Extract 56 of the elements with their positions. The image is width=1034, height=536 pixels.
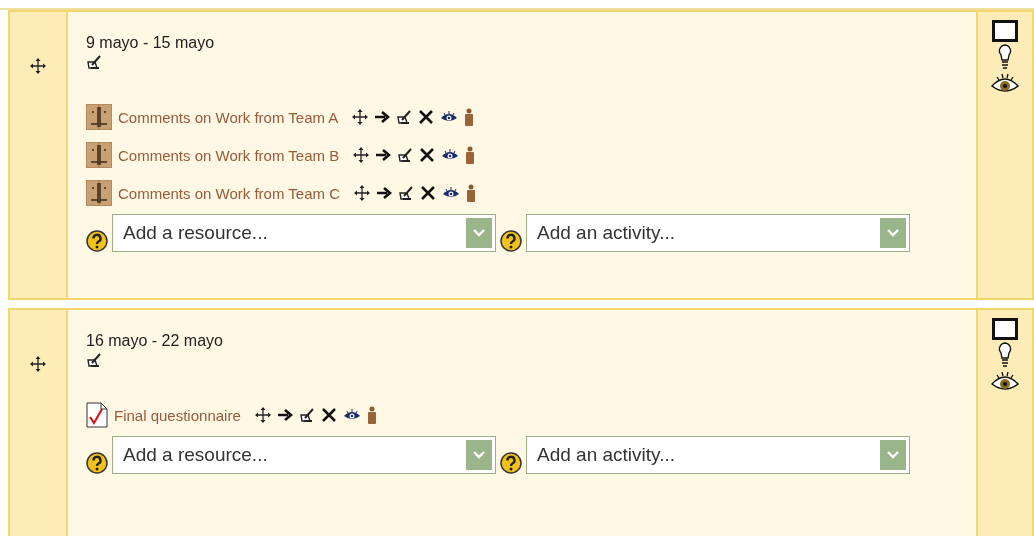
lightbulb-icon[interactable] [998, 342, 1012, 368]
delete-icon[interactable] [420, 185, 436, 201]
edit-icon[interactable] [298, 407, 315, 423]
forum-icon [86, 142, 112, 168]
person-icon[interactable] [464, 108, 475, 126]
eye-icon[interactable] [990, 72, 1020, 94]
quiz-icon [86, 402, 108, 428]
move-icon[interactable] [354, 185, 370, 201]
delete-icon[interactable] [320, 407, 337, 423]
edit-icon[interactable] [396, 109, 413, 125]
help-icon[interactable] [86, 452, 108, 474]
arrow-right-icon[interactable] [375, 148, 392, 162]
resource-select[interactable]: Add a resource... [112, 214, 496, 252]
eye-icon[interactable] [440, 111, 459, 123]
move-icon[interactable] [353, 147, 370, 163]
edit-icon[interactable] [86, 352, 102, 368]
chevron-down-icon [886, 228, 900, 238]
move-icon[interactable] [254, 407, 271, 423]
person-icon[interactable] [465, 146, 476, 164]
person-icon[interactable] [366, 406, 377, 424]
activity-link[interactable]: Final questionnaire [114, 406, 241, 424]
chevron-down-icon [472, 228, 486, 238]
delete-icon[interactable] [419, 147, 436, 163]
activity-select[interactable]: Add an activity... [526, 436, 910, 474]
activity-link[interactable]: Comments on Work from Team A [118, 108, 339, 126]
eye-icon[interactable] [990, 370, 1020, 392]
edit-icon[interactable] [86, 54, 102, 70]
activity-link[interactable]: Comments on Work from Team C [118, 184, 340, 202]
forum-icon [86, 104, 112, 130]
chevron-down-icon [472, 450, 486, 460]
eye-icon[interactable] [441, 149, 460, 161]
delete-icon[interactable] [418, 109, 435, 125]
eye-icon[interactable] [342, 409, 361, 421]
edit-icon[interactable] [397, 147, 414, 163]
move-icon[interactable] [352, 109, 369, 125]
help-icon[interactable] [86, 230, 108, 252]
chevron-down-icon [886, 450, 900, 460]
section-dates: 16 mayo - 22 mayo [86, 332, 224, 350]
move-section-icon[interactable] [30, 58, 46, 74]
square-icon[interactable] [992, 20, 1018, 42]
square-icon[interactable] [992, 318, 1018, 340]
eye-icon[interactable] [442, 187, 460, 199]
person-icon[interactable] [466, 184, 476, 202]
help-icon[interactable] [500, 230, 522, 252]
arrow-right-icon[interactable] [376, 186, 392, 200]
lightbulb-icon[interactable] [998, 44, 1012, 70]
resource-select[interactable]: Add a resource... [112, 436, 496, 474]
forum-icon [86, 180, 112, 206]
section-dates: 9 mayo - 15 mayo [86, 34, 216, 52]
arrow-right-icon[interactable] [374, 110, 391, 124]
move-section-icon[interactable] [30, 356, 46, 372]
arrow-right-icon[interactable] [276, 408, 293, 422]
help-icon[interactable] [500, 452, 522, 474]
edit-icon[interactable] [398, 185, 414, 201]
activity-select[interactable]: Add an activity... [526, 214, 910, 252]
activity-link[interactable]: Comments on Work from Team B [118, 146, 340, 164]
